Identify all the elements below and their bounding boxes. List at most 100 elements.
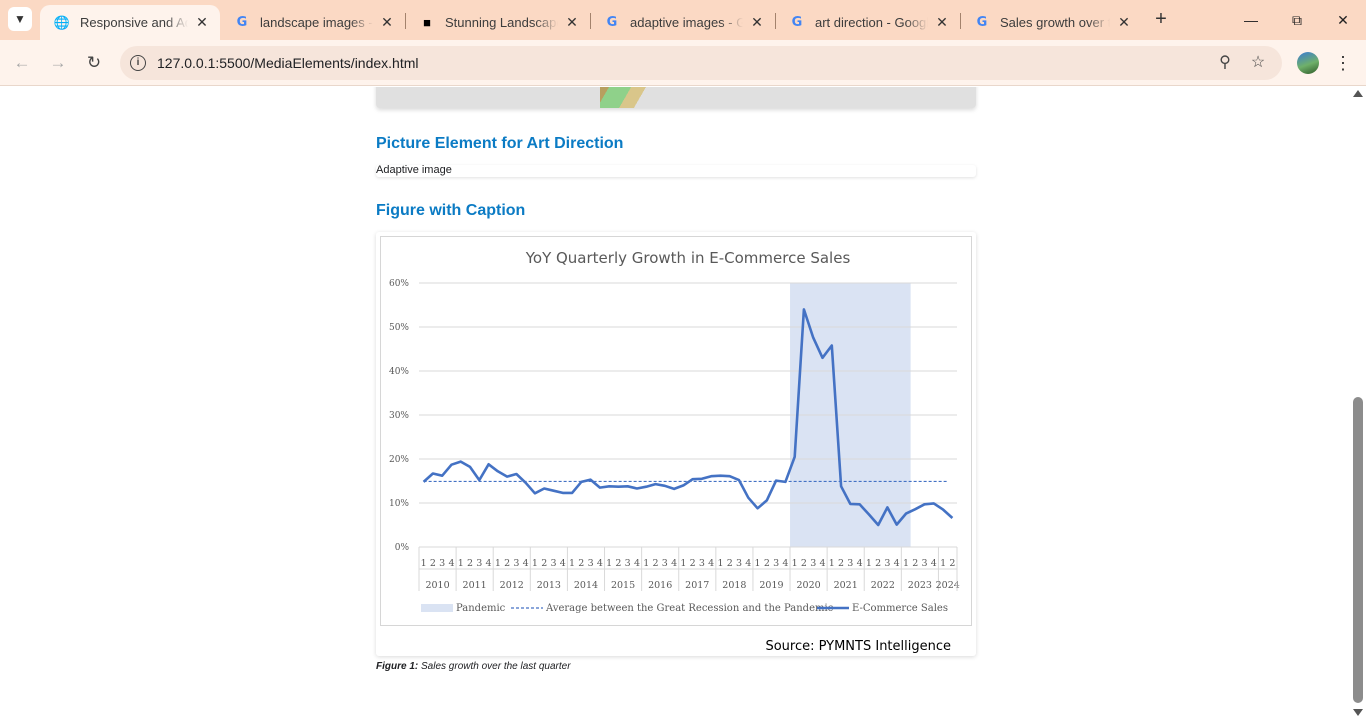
- tab-title: adaptive images - Go: [630, 15, 743, 30]
- back-button[interactable]: ←: [10, 51, 34, 75]
- x-quarter-label: 4: [745, 558, 751, 569]
- close-icon[interactable]: ✕: [194, 14, 210, 31]
- x-quarter-label: 4: [857, 558, 863, 569]
- x-quarter-label: 4: [819, 558, 825, 569]
- picture-element: Adaptive image: [376, 164, 976, 177]
- art-direction-heading: Picture Element for Art Direction: [376, 135, 624, 152]
- x-quarter-label: 2: [912, 558, 918, 569]
- x-quarter-label: 1: [606, 558, 612, 569]
- x-quarter-label: 3: [810, 558, 816, 569]
- minimize-button[interactable]: —: [1236, 8, 1266, 32]
- x-quarter-label: 3: [736, 558, 742, 569]
- new-tab-button[interactable]: +: [1150, 9, 1172, 31]
- x-quarter-label: 1: [866, 558, 872, 569]
- chevron-down-icon: ▼: [14, 12, 26, 26]
- x-quarter-label: 2: [801, 558, 807, 569]
- chart-image: YoY Quarterly Growth in E-Commerce Sales…: [380, 236, 972, 626]
- legend-label-pandemic: Pandemic: [456, 603, 506, 614]
- forward-button[interactable]: →: [46, 51, 70, 75]
- window-close-button[interactable]: ✕: [1328, 8, 1358, 32]
- x-year-label: 2017: [685, 580, 709, 591]
- x-quarter-label: 2: [615, 558, 621, 569]
- tab-sales-growth[interactable]: G Sales growth over the ✕: [960, 5, 1142, 40]
- x-quarter-label: 4: [448, 558, 454, 569]
- scroll-down-arrow-icon[interactable]: [1353, 709, 1363, 716]
- site-info-icon[interactable]: i: [130, 55, 146, 71]
- x-quarter-label: 2: [838, 558, 844, 569]
- tab-stunning-landscape[interactable]: ■ Stunning Landscape P ✕: [405, 5, 590, 40]
- y-tick-label: 20%: [389, 455, 409, 465]
- x-quarter-label: 1: [792, 558, 798, 569]
- x-quarter-label: 2: [875, 558, 881, 569]
- x-quarter-label: 3: [662, 558, 668, 569]
- caption-text: Sales growth over the last quarter: [418, 661, 571, 672]
- more-menu-icon[interactable]: ⋮: [1333, 51, 1353, 75]
- figure-caption: Figure 1: Sales growth over the last qua…: [376, 661, 571, 672]
- x-year-label: 2015: [611, 580, 635, 591]
- tab-landscape-images[interactable]: G landscape images - G ✕: [220, 5, 405, 40]
- url-text[interactable]: 127.0.0.1:5500/MediaElements/index.html: [157, 55, 419, 71]
- y-tick-label: 50%: [389, 323, 409, 333]
- y-tick-label: 10%: [389, 499, 409, 509]
- scrollbar-thumb[interactable]: [1353, 397, 1363, 703]
- x-quarter-label: 4: [782, 558, 788, 569]
- x-quarter-label: 2: [690, 558, 696, 569]
- close-icon[interactable]: ✕: [749, 14, 765, 31]
- tab-search-button[interactable]: ▼: [8, 7, 32, 31]
- caption-label: Figure 1:: [376, 661, 419, 672]
- tab-strip: ▼ 🌐 Responsive and Adap ✕ G landscape im…: [0, 0, 1366, 40]
- tab-responsive[interactable]: 🌐 Responsive and Adap ✕: [40, 5, 220, 40]
- close-icon[interactable]: ✕: [934, 14, 950, 31]
- x-quarter-label: 1: [495, 558, 501, 569]
- tab-title: Responsive and Adap: [80, 15, 188, 30]
- close-icon[interactable]: ✕: [564, 14, 580, 31]
- x-quarter-label: 1: [569, 558, 575, 569]
- bookmark-star-icon[interactable]: ☆: [1248, 53, 1268, 73]
- tab-adaptive-images[interactable]: G adaptive images - Go ✕: [590, 5, 775, 40]
- scroll-up-arrow-icon[interactable]: [1353, 90, 1363, 97]
- x-quarter-label: 3: [847, 558, 853, 569]
- x-quarter-label: 4: [708, 558, 714, 569]
- x-year-label: 2024: [936, 580, 960, 591]
- x-quarter-label: 4: [671, 558, 677, 569]
- x-year-label: 2014: [574, 580, 598, 591]
- x-quarter-label: 1: [458, 558, 464, 569]
- reload-button[interactable]: ↻: [82, 51, 106, 75]
- x-quarter-label: 3: [550, 558, 556, 569]
- address-bar[interactable]: i 127.0.0.1:5500/MediaElements/index.htm…: [120, 46, 1282, 80]
- globe-icon: 🌐: [53, 14, 71, 30]
- x-quarter-label: 4: [634, 558, 640, 569]
- x-quarter-label: 2: [504, 558, 510, 569]
- x-year-label: 2016: [648, 580, 672, 591]
- tab-title: art direction - Google: [815, 15, 928, 30]
- broken-image: Adaptive image: [376, 164, 452, 176]
- x-quarter-label: 4: [523, 558, 529, 569]
- y-tick-label: 0%: [395, 543, 410, 553]
- x-quarter-label: 1: [829, 558, 835, 569]
- x-year-label: 2021: [834, 580, 858, 591]
- previous-image-card: [376, 87, 976, 108]
- tab-art-direction[interactable]: G art direction - Google ✕: [775, 5, 960, 40]
- landscape-image: [600, 87, 656, 108]
- x-quarter-label: 3: [588, 558, 594, 569]
- close-icon[interactable]: ✕: [379, 14, 395, 31]
- x-year-label: 2011: [463, 580, 487, 591]
- x-year-label: 2023: [908, 580, 932, 591]
- close-icon[interactable]: ✕: [1116, 14, 1132, 31]
- x-year-label: 2022: [871, 580, 895, 591]
- profile-avatar[interactable]: [1297, 52, 1319, 74]
- figure: YoY Quarterly Growth in E-Commerce Sales…: [376, 232, 976, 656]
- tab-title: Stunning Landscape P: [445, 15, 558, 30]
- x-quarter-label: 3: [699, 558, 705, 569]
- google-icon: G: [976, 15, 988, 30]
- x-quarter-label: 3: [439, 558, 445, 569]
- zoom-icon[interactable]: ⚲: [1215, 53, 1235, 73]
- x-quarter-label: 4: [486, 558, 492, 569]
- x-year-label: 2010: [425, 580, 449, 591]
- restore-button[interactable]: ⧉: [1282, 8, 1312, 32]
- x-quarter-label: 2: [467, 558, 473, 569]
- x-quarter-label: 1: [717, 558, 723, 569]
- vertical-scrollbar[interactable]: [1350, 87, 1366, 720]
- y-tick-label: 40%: [389, 367, 409, 377]
- tab-title: Sales growth over the: [1000, 15, 1110, 30]
